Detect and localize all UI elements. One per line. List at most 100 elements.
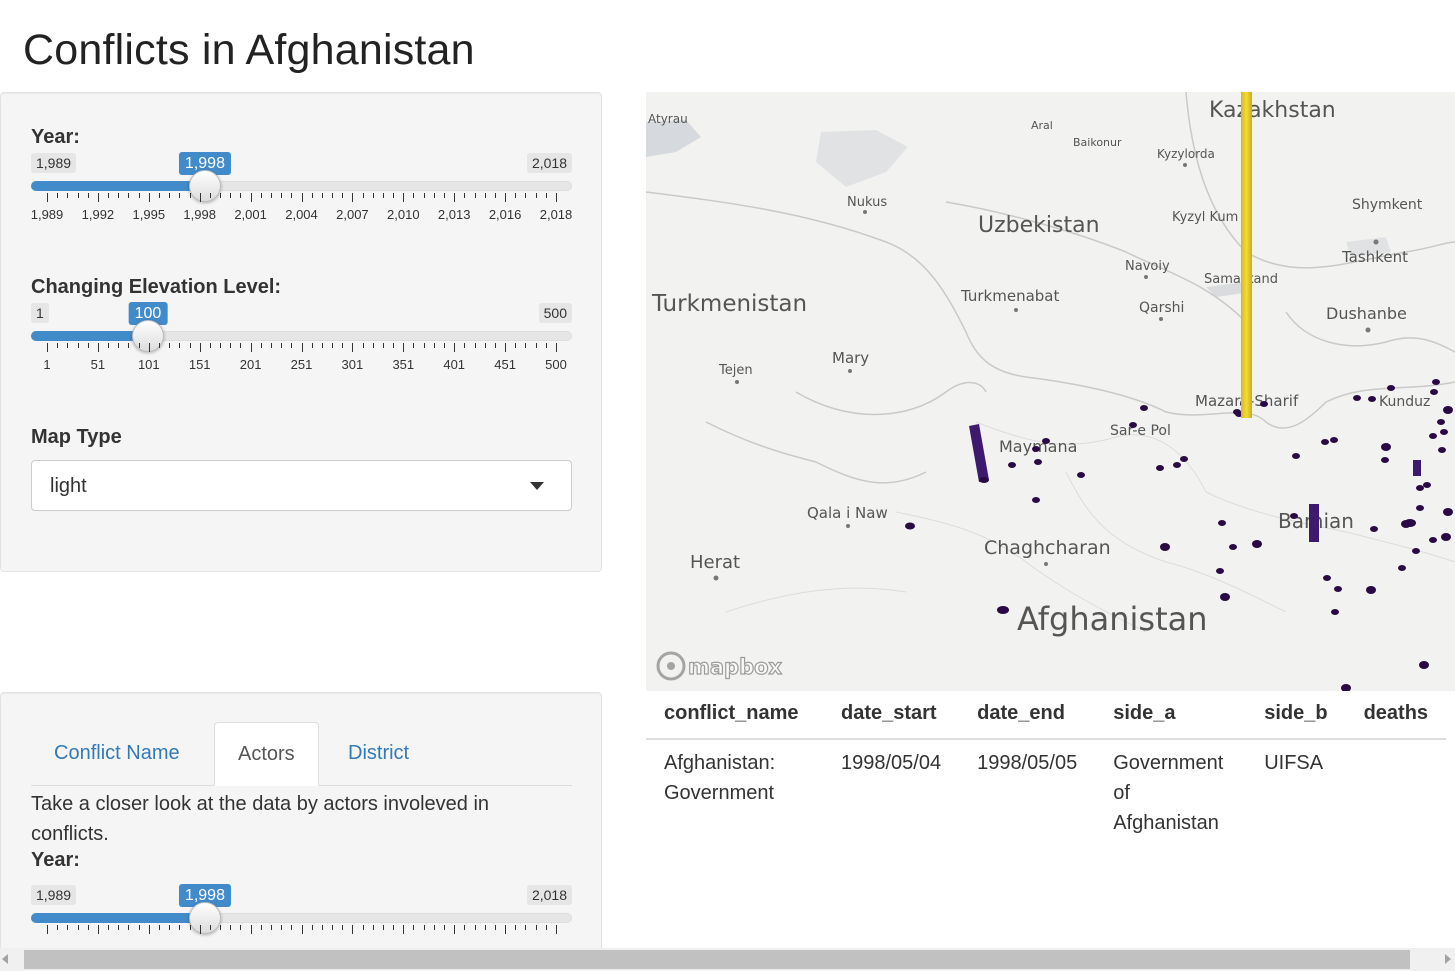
- column-header[interactable]: deaths: [1345, 692, 1447, 740]
- tall-conflict-column[interactable]: [1241, 92, 1252, 418]
- city-label: Sar-e Pol: [1110, 423, 1171, 439]
- tab-district[interactable]: District: [325, 722, 432, 784]
- slider-tick: [260, 343, 262, 348]
- slider-tick-label: 2,013: [437, 207, 471, 222]
- scrollbar-thumb[interactable]: [24, 950, 1410, 969]
- slider-tick: [484, 193, 486, 198]
- slider-tick: [525, 193, 527, 198]
- sidebar-panel: Year: 1,989 2,018 1,998 1,989 1,992 1,995 1…: [0, 92, 602, 572]
- slider-tick: [362, 193, 364, 198]
- tab-actors[interactable]: Actors: [214, 722, 319, 786]
- slider-tick: [494, 343, 496, 348]
- slider-tick: [352, 925, 354, 934]
- city-label: Chaghcharan: [984, 537, 1111, 559]
- slider-tick: [474, 925, 476, 930]
- slider-tick-label: 51: [90, 357, 106, 372]
- map-canvas[interactable]: Kazakhstan Uzbekistan Turkmenistan Afgha…: [646, 92, 1455, 691]
- slider-tick: [250, 193, 252, 202]
- slider-tick: [128, 193, 130, 198]
- slider-tick: [382, 925, 384, 930]
- conflict-map[interactable]: Kazakhstan Uzbekistan Turkmenistan Afgha…: [646, 92, 1455, 691]
- slider-tick: [77, 193, 79, 198]
- slider-tick: [209, 193, 211, 198]
- slider-tick: [382, 193, 384, 198]
- column-header[interactable]: date_start: [823, 692, 960, 740]
- slider-tick: [535, 925, 537, 930]
- map-type-select[interactable]: light: [31, 460, 572, 511]
- slider-tick: [97, 193, 99, 202]
- slider-tick: [321, 343, 323, 348]
- chevron-down-icon: [530, 482, 544, 490]
- slider-tick: [362, 343, 364, 348]
- table-cell: Government of Afghanistan: [1113, 752, 1224, 834]
- slider-tick: [332, 343, 334, 348]
- slider-tick: [118, 343, 120, 348]
- city-label: Qarshi: [1139, 300, 1184, 316]
- elevation-slider[interactable]: 1 500 100 1 51 101 151 201 251 301 351 401 451 500: [31, 302, 572, 383]
- elevation-slider-fill: [31, 331, 148, 341]
- tab-year-slider[interactable]: 1,989 2,018 1,998: [31, 884, 572, 953]
- city-label: Qala i Naw: [807, 504, 888, 522]
- column-header[interactable]: side_a: [1095, 692, 1247, 740]
- column-header[interactable]: conflict_name: [646, 692, 823, 740]
- city-label: Tashkent: [1341, 248, 1408, 266]
- column-header[interactable]: side_b: [1246, 692, 1346, 740]
- conflict-column[interactable]: [1413, 460, 1421, 476]
- city-label: Kyzyl Kum: [1172, 210, 1238, 225]
- slider-tick: [291, 925, 293, 930]
- city-label: Herat: [690, 552, 740, 573]
- slider-tick: [423, 925, 425, 930]
- conflict-column[interactable]: [1309, 504, 1319, 542]
- table-cell: UIFSA: [1264, 752, 1324, 774]
- slider-tick: [301, 193, 303, 202]
- slider-tick-label: 2,001: [234, 207, 267, 222]
- slider-tick: [372, 925, 374, 930]
- tab-year-slider-ticks: [47, 925, 558, 937]
- slider-tick: [444, 925, 446, 930]
- city-label: Mary: [832, 349, 869, 367]
- table-header-row: conflict_name date_start date_end side_a…: [646, 692, 1447, 740]
- city-label: Aral: [1031, 119, 1053, 132]
- conflict-table: conflict_name date_start date_end side_a…: [646, 692, 1455, 846]
- slider-tick: [342, 925, 344, 930]
- scroll-right-icon[interactable]: [1445, 954, 1451, 964]
- slider-tick-label: 2,010: [387, 207, 420, 222]
- slider-tick: [158, 925, 160, 930]
- slider-tick: [138, 343, 140, 348]
- slider-tick: [342, 343, 344, 348]
- city-label: Shymkent: [1352, 197, 1423, 213]
- slider-tick: [260, 925, 262, 930]
- slider-tick: [352, 343, 354, 352]
- scroll-left-icon[interactable]: [2, 954, 8, 964]
- slider-tick: [230, 343, 232, 348]
- slider-tick: [393, 343, 395, 348]
- slider-tick: [128, 343, 130, 348]
- country-label: Kazakhstan: [1209, 98, 1336, 123]
- map-type-label: Map Type: [31, 426, 122, 448]
- tab-conflict-name[interactable]: Conflict Name: [31, 722, 203, 784]
- slider-tick: [209, 925, 211, 930]
- slider-tick: [189, 193, 191, 198]
- slider-tick: [260, 193, 262, 198]
- slider-tick: [67, 343, 69, 348]
- country-label: Turkmenistan: [651, 291, 807, 317]
- year-slider[interactable]: 1,989 2,018 1,998 1,989 1,992 1,995 1,998 2,…: [31, 152, 572, 233]
- slider-tick: [545, 193, 547, 198]
- table-cell: 1998/05/04: [841, 752, 942, 774]
- slider-tick: [230, 193, 232, 198]
- table-row: Afghanistan: Government 1998/05/04 1998/…: [646, 739, 1446, 846]
- column-header[interactable]: date_end: [959, 692, 1096, 740]
- slider-tick: [108, 343, 110, 348]
- slider-tick: [57, 193, 59, 198]
- tab-bar: Conflict Name Actors District: [31, 722, 572, 786]
- slider-tick: [169, 925, 171, 930]
- elevation-slider-min: 1: [31, 303, 49, 323]
- tabs-panel: Conflict Name Actors District Take a clo…: [0, 692, 602, 954]
- slider-tick: [118, 193, 120, 198]
- slider-tick-label: 201: [239, 357, 262, 372]
- slider-tick: [464, 193, 466, 198]
- slider-tick: [413, 925, 415, 930]
- slider-tick-label: 2,016: [488, 207, 522, 222]
- year-slider-ticks: [47, 193, 558, 205]
- horizontal-scrollbar[interactable]: [0, 948, 1455, 971]
